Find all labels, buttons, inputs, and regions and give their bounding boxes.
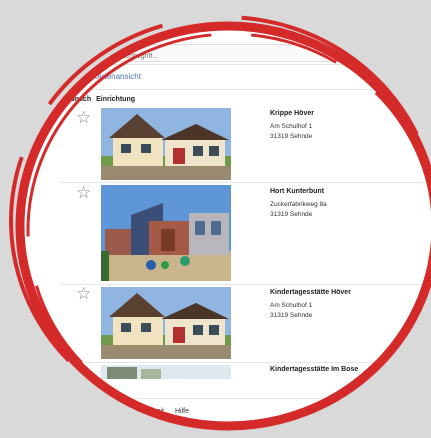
column-wunsch: Wunsch bbox=[64, 96, 92, 103]
tab-list[interactable]: ngen bbox=[60, 72, 78, 81]
facility-name[interactable]: Hort Kunterbunt bbox=[270, 187, 327, 197]
facility-street: Zuckerfabrikweg 8a bbox=[270, 201, 327, 208]
star-icon[interactable]: ☆ bbox=[76, 184, 91, 201]
facility-info: Kindertagesstätte Höver Am Schulhof 1 31… bbox=[270, 288, 351, 321]
facility-info: Hort Kunterbunt Zuckerfabrikweg 8a 31319… bbox=[270, 187, 327, 220]
app-page: ngen Kartenansicht Wunsch Einrichtung ☆ bbox=[0, 0, 431, 438]
view-tabs: ngen Kartenansicht bbox=[60, 72, 153, 88]
tab-divider bbox=[60, 89, 431, 90]
column-einrichtung: Einrichtung bbox=[96, 96, 135, 103]
facility-name[interactable]: Kindertagesstätte Höver bbox=[270, 288, 351, 298]
search-input[interactable] bbox=[113, 49, 401, 64]
facility-info: Krippe Höver Am Schulhof 1 31319 Sehnde bbox=[270, 109, 314, 142]
page-footer: Barrierefreiheit Hilfe bbox=[60, 398, 431, 423]
facility-name[interactable]: Krippe Höver bbox=[270, 109, 314, 119]
facility-name[interactable]: Kindertagesstätte Im Bose bbox=[270, 365, 358, 375]
facility-city: 31319 Sehnde bbox=[270, 133, 313, 140]
facility-city: 31319 Sehnde bbox=[270, 211, 313, 218]
result-row: ☆ Krippe Höver Am Schulhof 1 31319 Sehnd… bbox=[60, 105, 431, 181]
facility-street: Am Schulhof 1 bbox=[270, 123, 313, 130]
star-icon[interactable]: ☆ bbox=[76, 285, 91, 302]
facility-photo bbox=[101, 365, 231, 379]
facility-info: Kindertagesstätte Im Bose bbox=[270, 365, 358, 378]
facility-city: 31319 Sehnde bbox=[270, 312, 313, 319]
tab-map-view[interactable]: Kartenansicht bbox=[92, 72, 141, 81]
facility-street: Am Schulhof 1 bbox=[270, 302, 313, 309]
star-icon[interactable]: ☆ bbox=[76, 109, 91, 126]
result-row: ☆ Hort Kunterbunt Zuckerfabrikweg 8a 313… bbox=[60, 183, 431, 283]
facility-photo bbox=[101, 287, 231, 359]
facility-photo bbox=[101, 108, 231, 180]
search-bar bbox=[60, 40, 431, 65]
footer-link-accessibility[interactable]: Barrierefreiheit bbox=[118, 408, 164, 415]
search-field[interactable] bbox=[112, 44, 404, 64]
footer-link-help[interactable]: Hilfe bbox=[175, 408, 189, 415]
result-row: ☆ Kindertagesstätte Höver Am Schulhof 1 … bbox=[60, 285, 431, 361]
column-headers: Wunsch Einrichtung bbox=[64, 96, 140, 103]
facility-photo bbox=[101, 185, 231, 281]
star-icon[interactable]: ☆ bbox=[76, 363, 91, 380]
result-row: ☆ Kindertagesstätte Im Bose bbox=[60, 363, 431, 393]
